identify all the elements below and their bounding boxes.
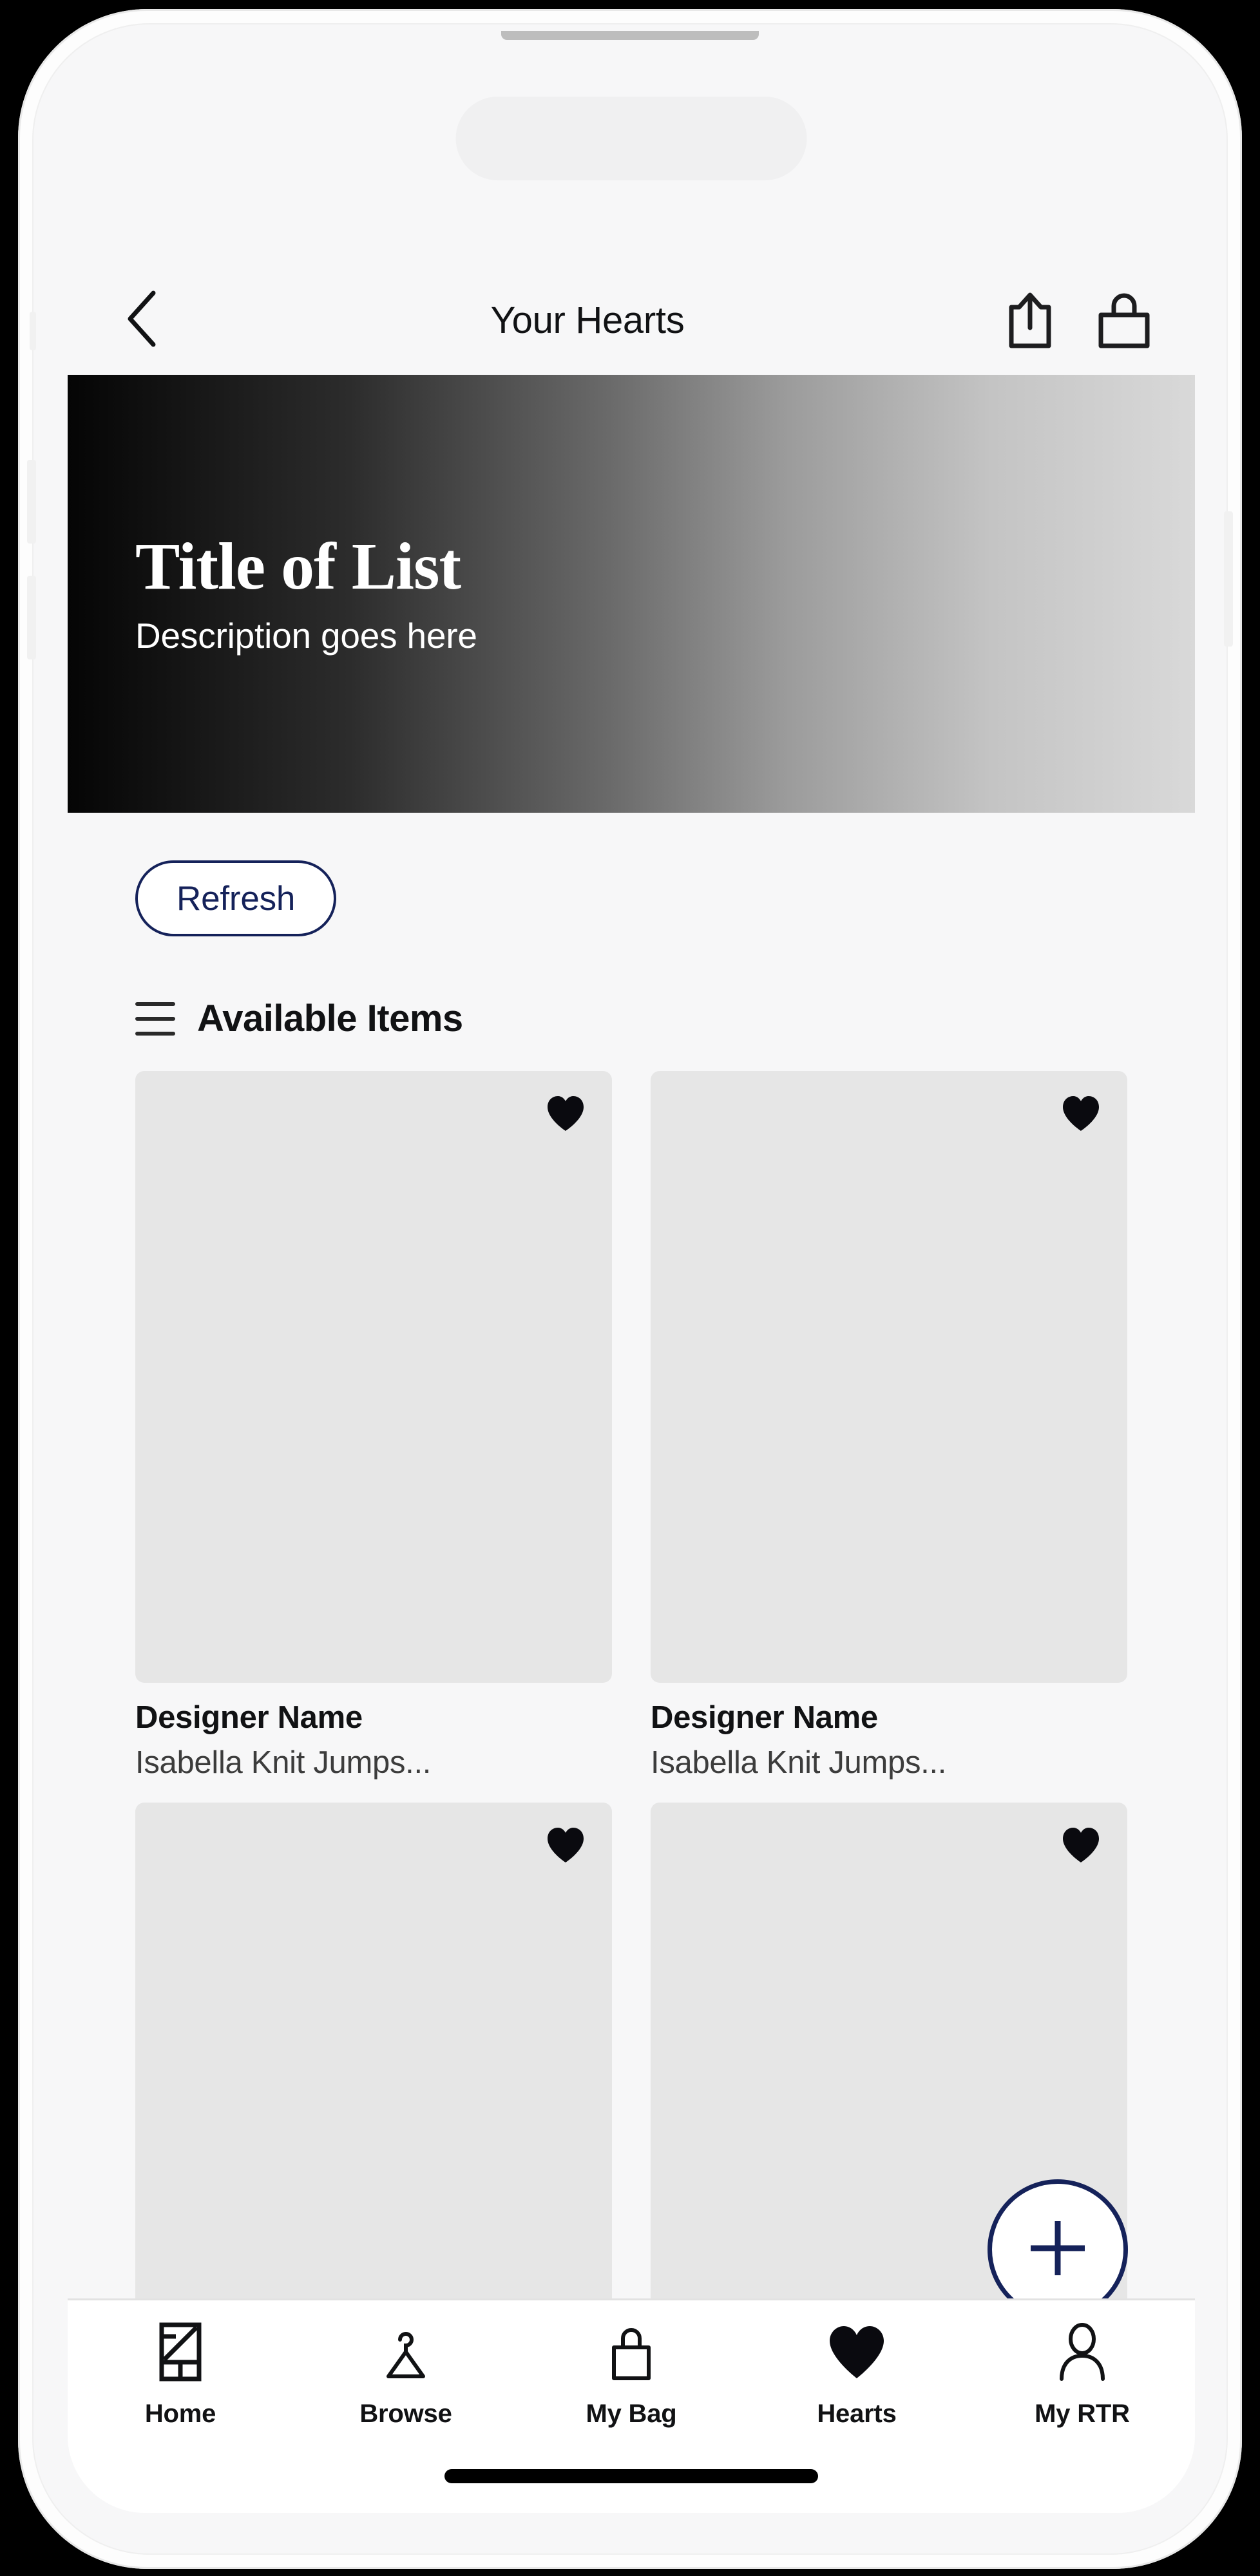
screenshot-root: Your Hearts Title of List Description go…: [0, 0, 1260, 2576]
plus-icon: [1019, 2210, 1096, 2290]
list-title: Title of List: [135, 529, 461, 603]
page-title: Your Hearts: [490, 299, 685, 341]
power-button[interactable]: [1224, 511, 1233, 647]
heart-button[interactable]: [542, 1823, 589, 1870]
tab-home[interactable]: Home: [68, 2320, 293, 2429]
tab-my-bag[interactable]: My Bag: [519, 2320, 744, 2429]
hanger-icon: [378, 2320, 434, 2384]
section-title: Available Items: [197, 998, 463, 1039]
navigation-bar: Your Hearts: [68, 265, 1195, 375]
phone-screen: Your Hearts Title of List Description go…: [68, 72, 1195, 2513]
list-hero-banner: Title of List Description goes here: [68, 375, 1195, 813]
silence-switch[interactable]: [30, 312, 36, 350]
available-items-header[interactable]: Available Items: [68, 936, 1195, 1040]
dynamic-island: [455, 97, 807, 180]
heart-filled-icon: [1061, 1095, 1101, 1135]
refresh-button[interactable]: Refresh: [135, 860, 337, 936]
product-name: Isabella Knit Jumps...: [651, 1745, 947, 1780]
home-grid-icon: [159, 2320, 202, 2384]
nav-actions: [998, 288, 1156, 352]
product-image-placeholder[interactable]: [651, 1071, 1127, 1683]
product-brand: Designer Name: [651, 1700, 878, 1735]
refresh-row: Refresh: [68, 813, 1195, 936]
tab-my-rtr[interactable]: My RTR: [969, 2320, 1195, 2429]
chevron-left-icon: [124, 289, 160, 352]
tab-label: Browse: [359, 2400, 452, 2428]
shopping-bag-icon: [606, 2320, 656, 2384]
volume-up-button[interactable]: [27, 460, 36, 544]
tab-hearts[interactable]: Hearts: [744, 2320, 969, 2429]
product-image-placeholder[interactable]: [135, 1071, 612, 1683]
product-brand: Designer Name: [135, 1700, 363, 1735]
back-button[interactable]: [106, 285, 177, 355]
shopping-bag-icon: [1094, 288, 1154, 353]
bag-button[interactable]: [1092, 288, 1156, 352]
heart-filled-icon: [546, 1826, 586, 1867]
tab-label: My RTR: [1035, 2400, 1130, 2428]
person-icon: [1056, 2320, 1108, 2384]
heart-button[interactable]: [1058, 1823, 1104, 1870]
heart-button[interactable]: [542, 1092, 589, 1138]
filter-lines-icon[interactable]: [135, 1001, 175, 1036]
tab-label: Home: [144, 2400, 216, 2428]
tab-browse[interactable]: Browse: [293, 2320, 519, 2429]
product-card[interactable]: Designer Name Isabella Knit Jumps...: [135, 1071, 612, 1781]
list-description: Description goes here: [135, 616, 477, 656]
heart-filled-icon: [1061, 1826, 1101, 1867]
earpiece-speaker: [501, 31, 759, 40]
product-name: Isabella Knit Jumps...: [135, 1745, 432, 1780]
tab-label: My Bag: [586, 2400, 677, 2428]
share-button[interactable]: [998, 288, 1062, 352]
heart-filled-icon: [827, 2320, 886, 2384]
share-icon: [1002, 288, 1058, 353]
heart-filled-icon: [546, 1095, 586, 1135]
product-card[interactable]: Designer Name Isabella Knit Jumps...: [651, 1071, 1127, 1781]
tab-label: Hearts: [817, 2400, 897, 2428]
volume-down-button[interactable]: [27, 576, 36, 659]
home-indicator: [444, 2469, 818, 2483]
heart-button[interactable]: [1058, 1092, 1104, 1138]
